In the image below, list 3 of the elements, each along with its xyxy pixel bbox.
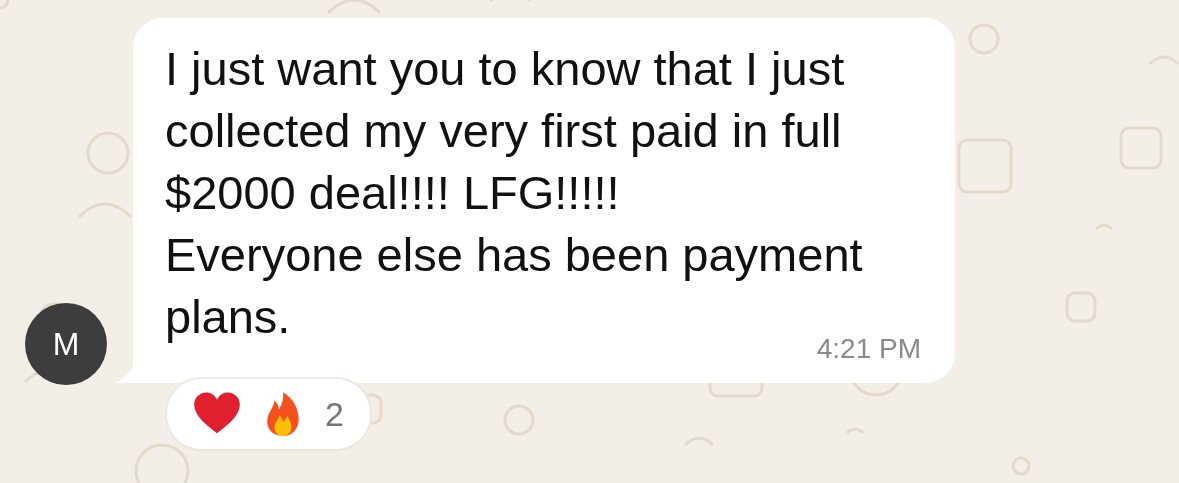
reactions-pill[interactable]: 2: [165, 377, 372, 451]
reaction-count: 2: [325, 394, 344, 434]
avatar[interactable]: M: [25, 303, 107, 385]
